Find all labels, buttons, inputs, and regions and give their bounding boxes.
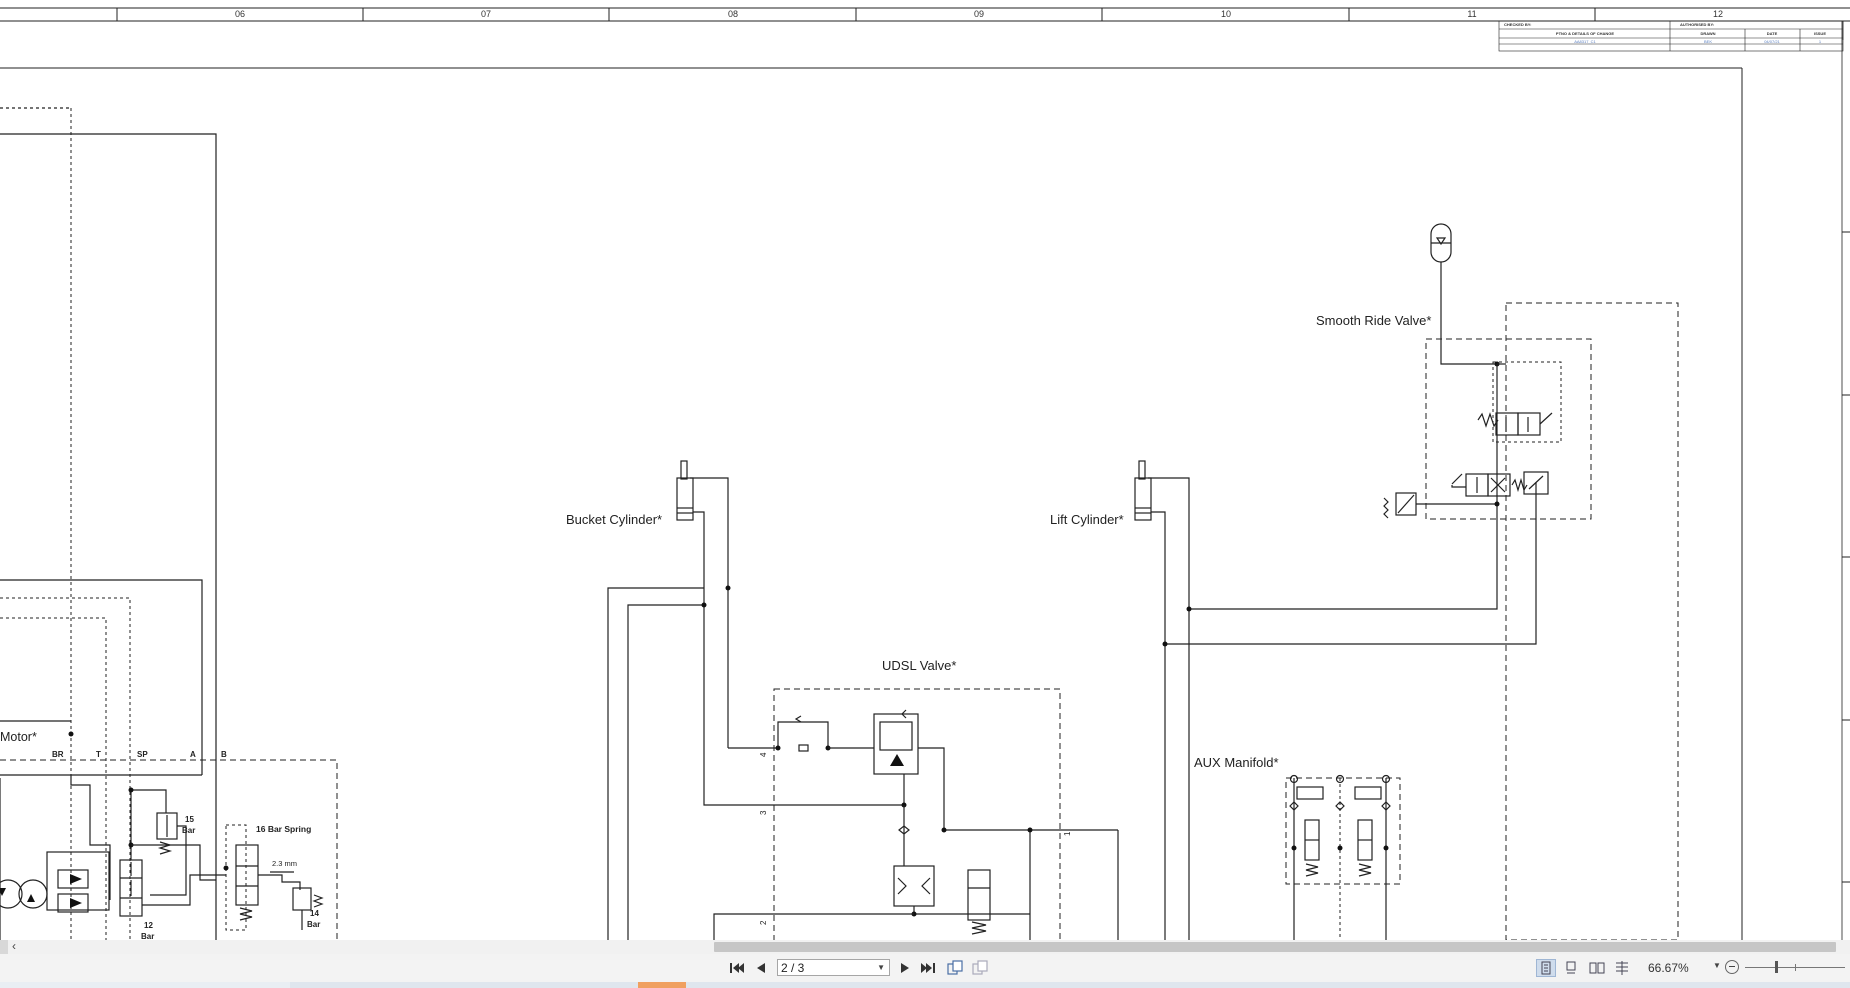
continuous-view-icon[interactable] xyxy=(1561,959,1581,977)
zoom-level[interactable]: 66.67% xyxy=(1648,961,1689,975)
port-label-a: A xyxy=(190,750,196,759)
scrollbar-right-cap xyxy=(1844,940,1850,954)
zoom-slider-tick xyxy=(1795,964,1796,971)
udsl-port-3: 3 xyxy=(759,810,768,815)
zone-label-11: 11 xyxy=(1467,9,1476,19)
bucket-cylinder-symbol xyxy=(607,460,905,940)
details-value: AA8317_C1 xyxy=(1574,39,1596,44)
title-block xyxy=(1498,20,1844,52)
lift-cylinder-label: Lift Cylinder* xyxy=(1050,512,1124,527)
previous-view-icon[interactable] xyxy=(945,959,965,977)
scrollbar-left-cap xyxy=(0,940,8,954)
relief-15-value: 15 xyxy=(185,815,194,824)
taskbar-active-item[interactable] xyxy=(638,982,686,988)
scroll-left-arrow-icon[interactable]: ‹ xyxy=(12,939,16,953)
issue-value: 1 xyxy=(1819,39,1822,44)
zoom-slider-thumb[interactable] xyxy=(1775,961,1778,973)
zone-label-06: 06 xyxy=(235,9,245,19)
zone-label-07: 07 xyxy=(481,9,491,19)
authorised-by-label: AUTHORISED BY: xyxy=(1680,22,1714,27)
left-circuit xyxy=(0,107,338,940)
hydraulic-schematic: 06 07 08 09 10 11 12 CHECKED BY: AUTHORI… xyxy=(0,7,1850,940)
relief-12-unit: Bar xyxy=(141,932,154,940)
taskbar-item[interactable] xyxy=(0,982,290,988)
zone-label-09: 09 xyxy=(974,9,984,19)
motor-label: Motor* xyxy=(0,730,37,744)
udsl-valve-block xyxy=(713,688,1119,940)
lift-cylinder-symbol xyxy=(1134,460,1537,940)
aux-manifold-label: AUX Manifold* xyxy=(1194,755,1279,770)
port-label-t: T xyxy=(96,750,101,759)
facing-view-icon[interactable] xyxy=(1587,959,1607,977)
checked-by-label: CHECKED BY: xyxy=(1504,22,1531,27)
port-label-sp: SP xyxy=(137,750,148,759)
taskbar-strip xyxy=(0,982,1850,988)
next-view-icon[interactable] xyxy=(970,959,990,977)
relief-14-unit: Bar xyxy=(307,920,320,929)
zone-label-10: 10 xyxy=(1221,9,1231,19)
udsl-valve-label: UDSL Valve* xyxy=(882,658,956,673)
zoom-dropdown-icon[interactable]: ▼ xyxy=(1713,961,1721,970)
smooth-ride-valve-label: Smooth Ride Valve* xyxy=(1316,313,1431,328)
drawing-frame xyxy=(0,21,1843,940)
prev-page-icon[interactable] xyxy=(751,959,771,977)
udsl-port-2: 2 xyxy=(759,920,768,925)
first-page-icon[interactable] xyxy=(727,959,747,977)
spring-16-label: 16 Bar Spring xyxy=(256,824,311,834)
next-page-icon[interactable] xyxy=(895,959,915,977)
drawn-value: BEK xyxy=(1704,39,1712,44)
document-viewport[interactable]: 06 07 08 09 10 11 12 CHECKED BY: AUTHORI… xyxy=(0,0,1850,940)
zone-dividers xyxy=(116,8,1596,21)
date-value: 04/07/21 xyxy=(1764,39,1780,44)
page-dropdown-icon[interactable]: ▼ xyxy=(877,959,885,976)
scrollbar-thumb[interactable] xyxy=(714,942,1836,952)
page-number-value: 2 / 3 xyxy=(781,961,805,975)
horizontal-scrollbar[interactable]: ‹ xyxy=(0,939,1850,954)
zone-label-12: 12 xyxy=(1713,9,1723,19)
orifice-label: 2.3 mm xyxy=(272,859,297,868)
issue-header: ISSUE xyxy=(1814,31,1826,36)
smooth-ride-valve-block xyxy=(1383,223,1679,940)
relief-15-unit: Bar xyxy=(182,826,195,835)
relief-14-value: 14 xyxy=(310,909,319,918)
continuous-facing-view-icon[interactable] xyxy=(1612,959,1632,977)
right-margin-ticks xyxy=(1842,231,1850,883)
page-number-field[interactable]: 2 / 3 ▼ xyxy=(777,959,890,976)
zoom-out-icon[interactable] xyxy=(1725,960,1739,974)
single-page-view-icon[interactable] xyxy=(1536,959,1556,977)
bucket-cylinder-label: Bucket Cylinder* xyxy=(566,512,662,527)
details-header: PTNO & DETAILS OF CHANGE xyxy=(1556,31,1614,36)
udsl-port-1: 1 xyxy=(1063,831,1072,836)
date-header: DATE xyxy=(1767,31,1778,36)
relief-12-value: 12 xyxy=(144,921,153,930)
port-label-b: B xyxy=(221,750,227,759)
drawn-header: DRAWN xyxy=(1700,31,1715,36)
udsl-port-4: 4 xyxy=(759,752,768,757)
aux-manifold-block xyxy=(1285,774,1401,940)
last-page-icon[interactable] xyxy=(918,959,938,977)
status-bar: 2 / 3 ▼ 66.67% ▼ xyxy=(0,954,1850,982)
zone-label-08: 08 xyxy=(728,9,738,19)
port-label-br: BR xyxy=(52,750,64,759)
